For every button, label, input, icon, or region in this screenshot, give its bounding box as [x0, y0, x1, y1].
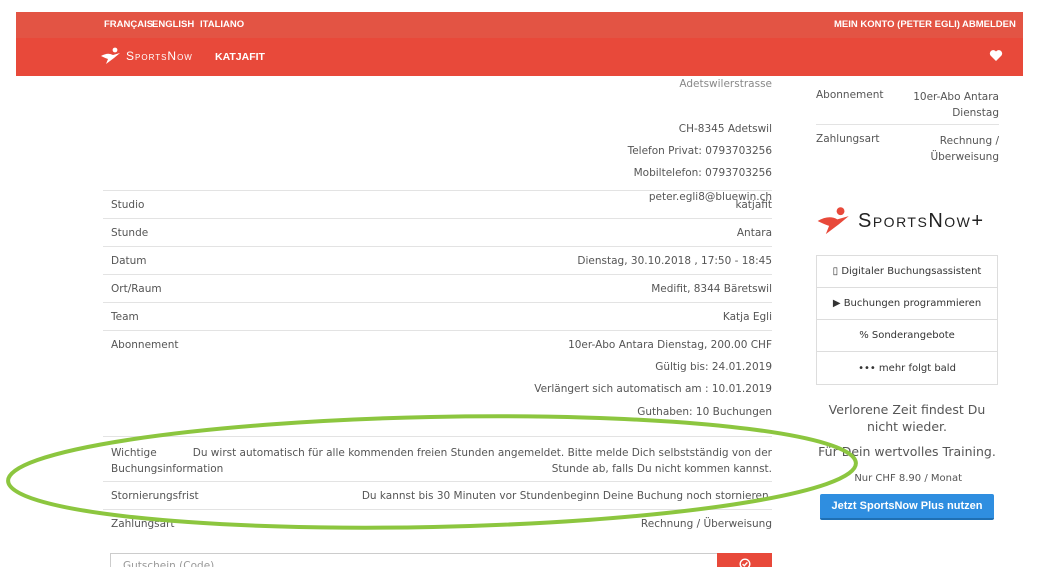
address-street: Adetswilerstrasse: [679, 78, 772, 90]
sportsnow-plus-logo-icon: [817, 207, 849, 235]
cancellation-value: Du kannst bis 30 Minuten vor Stundenbegi…: [361, 490, 772, 502]
subscription-credit: Guthaben: 10 Buchungen: [637, 406, 772, 418]
feature-special-offers: % Sonderangebote: [817, 320, 997, 352]
heart-icon[interactable]: [989, 49, 1003, 62]
lesson-label: Stunde: [111, 227, 149, 239]
plus-feature-list: ▯ Digitaler Buchungsassistent ▶ Buchunge…: [816, 255, 998, 385]
row-lesson: Stunde Antara: [103, 218, 772, 246]
account-link[interactable]: MEIN KONTO (PETER EGLI): [834, 19, 960, 30]
subscription-renew: Verlängert sich automatisch am : 10.01.2…: [534, 383, 772, 395]
date-label: Datum: [111, 255, 147, 267]
date-value: Dienstag, 30.10.2018 , 17:50 - 18:45: [577, 255, 772, 267]
studio-link[interactable]: KATJAFIT: [215, 51, 265, 63]
row-subscription: Abonnement 10er-Abo Antara Dienstag, 200…: [103, 330, 772, 436]
feature-more-coming: ••• mehr folgt bald: [858, 362, 956, 374]
lang-it-link[interactable]: ITALIANO: [200, 19, 244, 30]
booking-info-value-2: Stunde ab, falls Du nicht kommen kannst.: [551, 463, 772, 475]
room-value: Medifit, 8344 Bäretswil: [651, 283, 772, 295]
promo-text-time: Verlorene Zeit findest Du nicht wieder.: [828, 402, 986, 434]
sidebar-row-subscription: Abonnement 10er-Abo Antara Dienstag: [816, 83, 999, 124]
booking-info-value: Du wirst automatisch für alle kommenden …: [193, 445, 772, 477]
sportsnow-logo-icon: [101, 47, 120, 64]
sidebar-subscription-value-1: 10er-Abo Antara: [913, 91, 999, 103]
brand-logo[interactable]: SportsNow: [100, 47, 193, 65]
top-bar: FRANÇAIS ENGLISH ITALIANO MEIN KONTO (PE…: [16, 12, 1023, 38]
voucher-submit-button[interactable]: [717, 553, 772, 567]
room-label: Ort/Raum: [111, 283, 162, 295]
plus-price: Nur CHF 8.90 / Monat: [854, 473, 962, 484]
booking-info-value-1: Du wirst automatisch für alle kommenden …: [192, 447, 772, 459]
studio-value: katjafit: [735, 199, 772, 211]
sidebar-subscription-value-2: Dienstag: [952, 107, 999, 119]
team-label: Team: [111, 311, 139, 323]
sidebar-payment-label: Zahlungsart: [816, 133, 880, 145]
subscription-value: 10er-Abo Antara Dienstag, 200.00 CHF: [568, 339, 772, 351]
sidebar-payment-value: Rechnung / Überweisung: [930, 133, 999, 165]
sidebar-row-payment: Zahlungsart Rechnung / Überweisung: [816, 124, 999, 168]
row-team: Team Katja Egli: [103, 302, 772, 330]
row-studio: Studio katjafit: [103, 190, 772, 218]
row-cancellation: Stornierungsfrist Du kannst bis 30 Minut…: [103, 481, 772, 509]
voucher-input[interactable]: Gutschein (Code): [110, 553, 717, 567]
brand-name: SportsNow: [126, 49, 193, 63]
sportsnow-plus-name: SportsNow+: [858, 209, 985, 232]
studio-label: Studio: [111, 199, 145, 211]
sidebar-subscription-label: Abonnement: [816, 89, 884, 101]
main-navbar: SportsNow KATJAFIT: [16, 38, 1023, 76]
feature-digital-assistant: ▯ Digitaler Buchungsassistent: [817, 256, 997, 288]
phone-mobile: Mobiltelefon: 0793703256: [633, 167, 772, 179]
sportsnow-plus-logo: SportsNow+: [816, 206, 985, 236]
row-date: Datum Dienstag, 30.10.2018 , 17:50 - 18:…: [103, 246, 772, 274]
sidebar-payment-value-2: Überweisung: [930, 151, 999, 163]
row-payment: Zahlungsart Rechnung / Überweisung: [103, 509, 772, 539]
phone-private: Telefon Privat: 0793703256: [627, 145, 772, 157]
lang-en-link[interactable]: ENGLISH: [152, 19, 194, 30]
row-room: Ort/Raum Medifit, 8344 Bäretswil: [103, 274, 772, 302]
booking-info-label-1: Wichtige: [111, 447, 157, 459]
payment-value: Rechnung / Überweisung: [640, 518, 772, 530]
promo-text-training: Für Dein wertvolles Training.: [818, 444, 996, 459]
address-city: CH-8345 Adetswil: [678, 123, 772, 135]
subscription-label: Abonnement: [111, 339, 179, 351]
sidebar-payment-value-1: Rechnung /: [939, 135, 999, 147]
subscription-valid: Gültig bis: 24.01.2019: [655, 361, 772, 373]
row-booking-info: Wichtige Buchungsinformation Du wirst au…: [103, 436, 772, 481]
payment-label: Zahlungsart: [111, 518, 175, 530]
lesson-value: Antara: [736, 227, 772, 239]
sportsnow-plus-button[interactable]: Jetzt SportsNow Plus nutzen: [820, 494, 994, 520]
logout-link[interactable]: ABMELDEN: [962, 19, 1016, 30]
cancellation-label: Stornierungsfrist: [111, 490, 199, 502]
team-value: Katja Egli: [722, 311, 772, 323]
feature-program-bookings: ▶ Buchungen programmieren: [817, 288, 997, 320]
sidebar-subscription-value: 10er-Abo Antara Dienstag: [913, 89, 999, 121]
lang-fr-link[interactable]: FRANÇAIS: [104, 19, 153, 30]
check-circle-icon: [739, 558, 750, 567]
